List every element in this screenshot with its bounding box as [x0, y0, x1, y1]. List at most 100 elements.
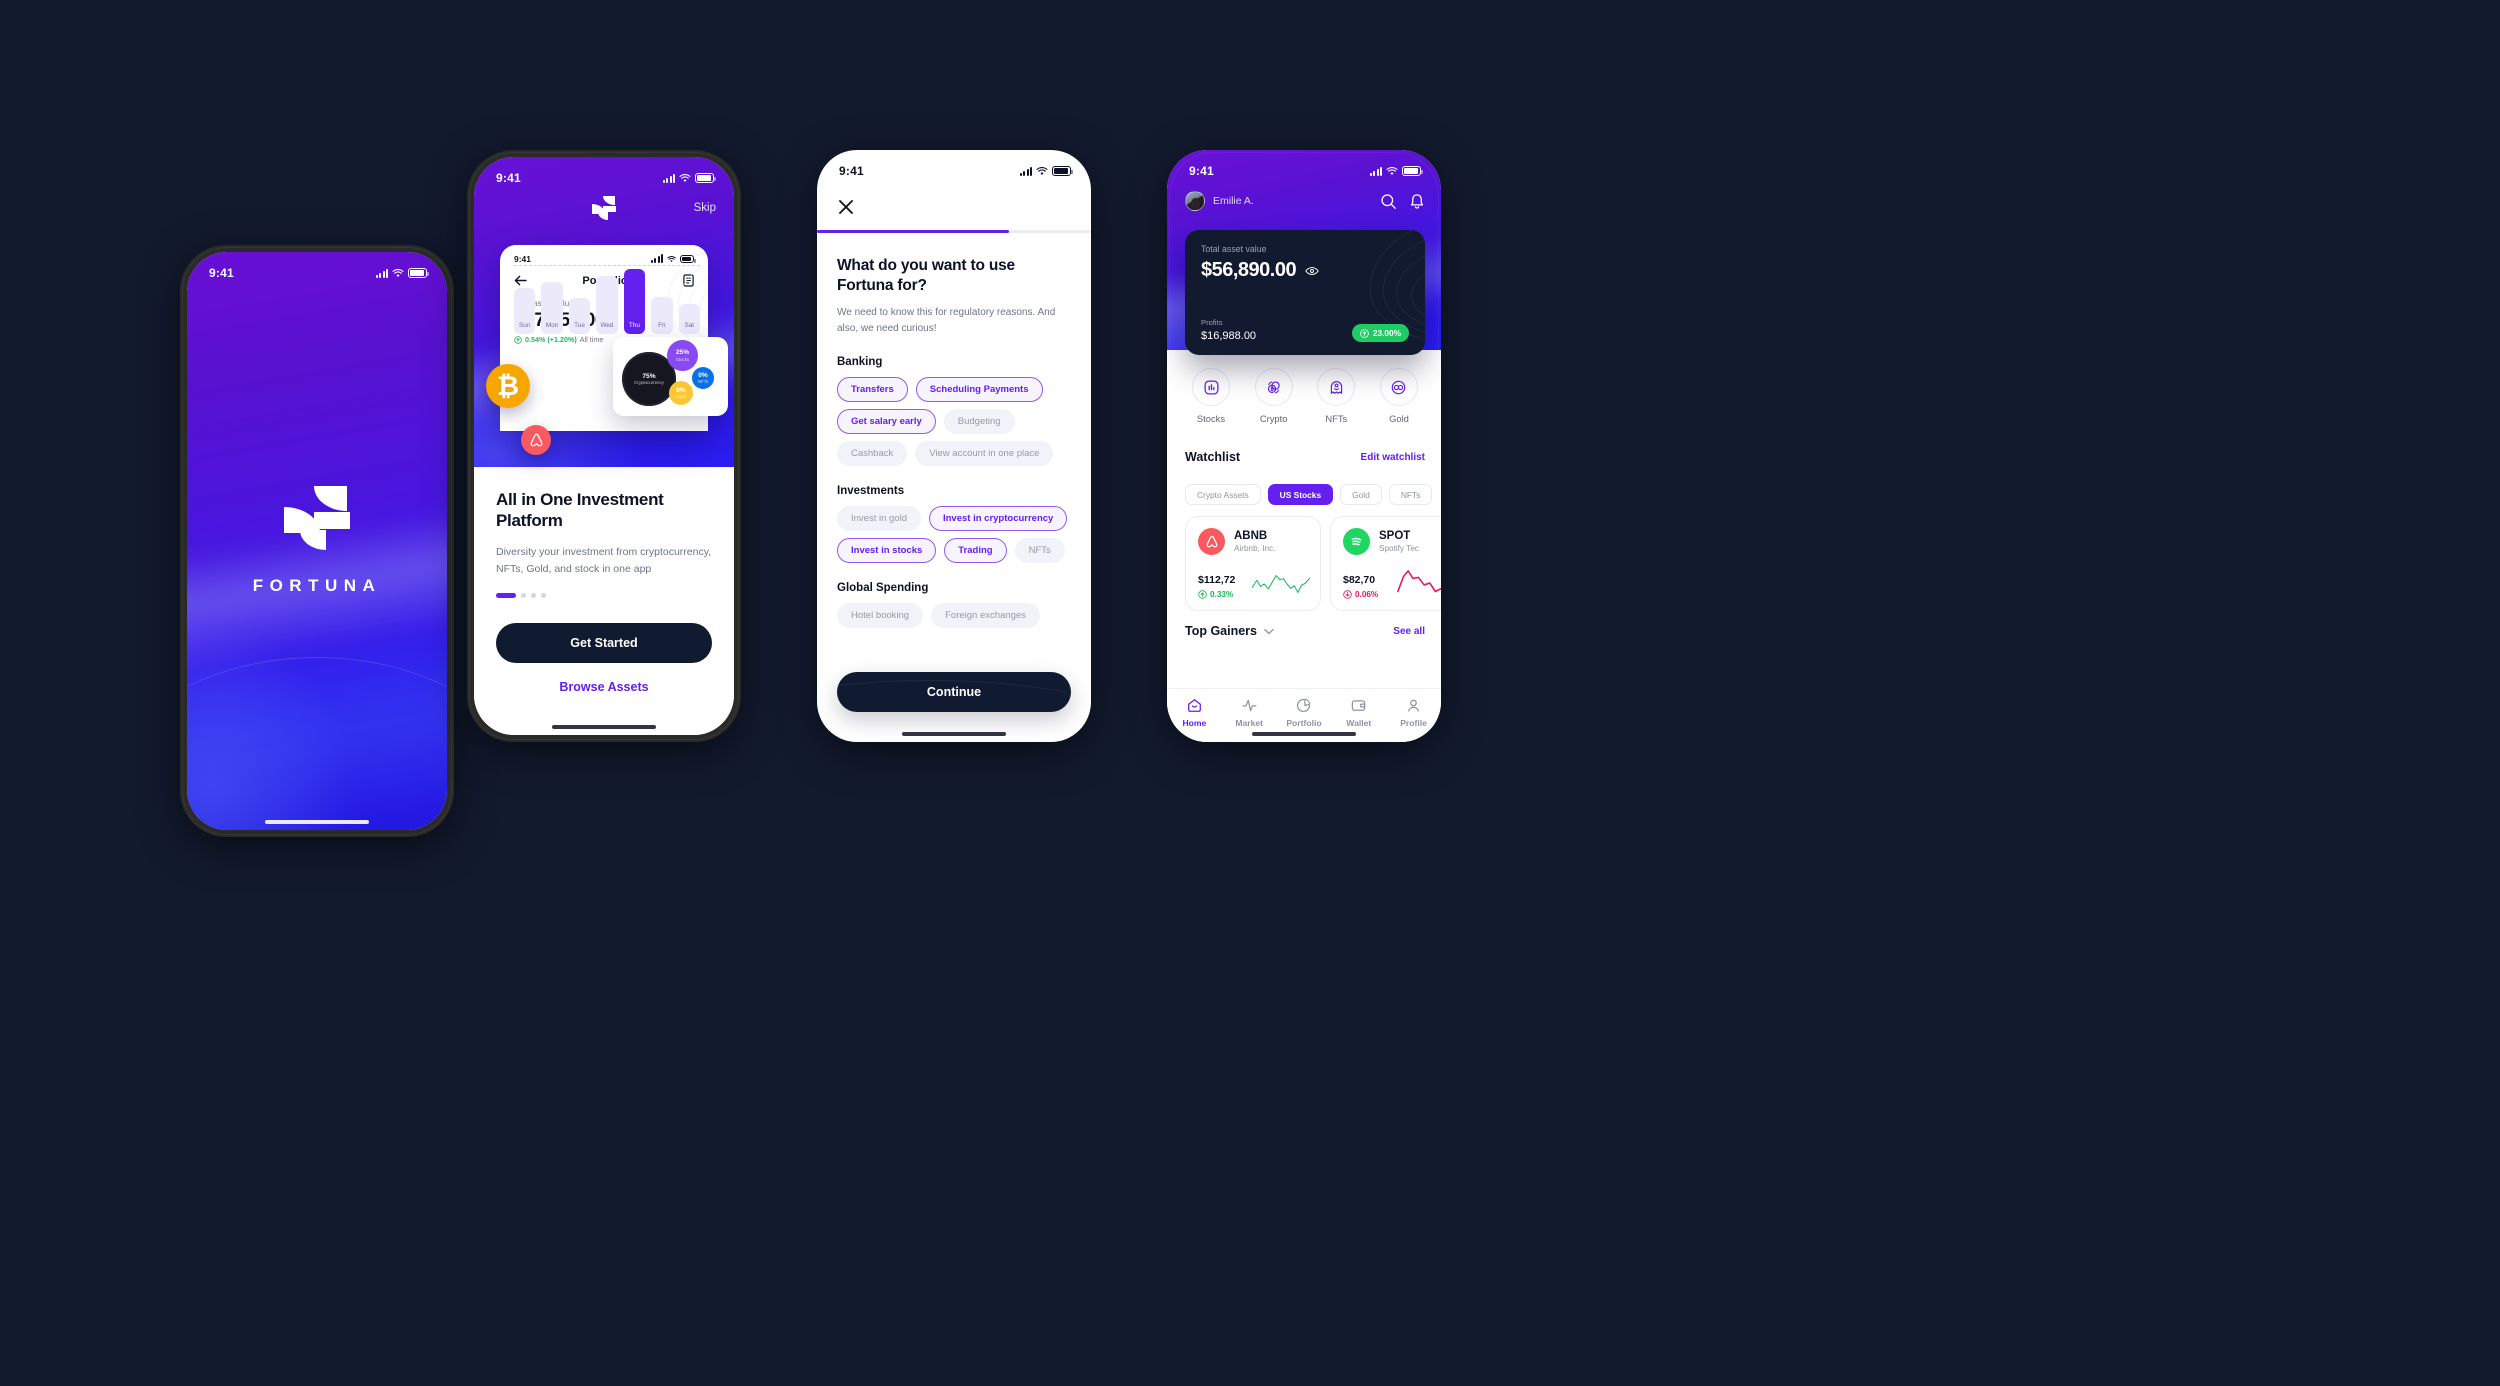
watchlist-tab-us-stocks[interactable]: US Stocks: [1267, 484, 1334, 505]
allocation-bubble-card: 75% Cryptocurrency 25% Stocks 0% NFTs 0% Gol…: [613, 337, 728, 416]
chip-hotel-booking[interactable]: Hotel booking: [837, 603, 924, 629]
chip-foreign-exchanges[interactable]: Foreign exchanges: [931, 603, 1040, 629]
bubble-gold: 0% Gold: [669, 381, 693, 405]
chip-get-salary-early[interactable]: Get salary early: [837, 409, 936, 435]
get-started-button[interactable]: Get Started: [496, 623, 712, 664]
tab-market[interactable]: Market: [1222, 697, 1277, 728]
chip-nfts[interactable]: NFTs: [1014, 538, 1065, 564]
phone-home: 9:41 Emilie A. Total asset value $56,890…: [1167, 150, 1441, 742]
bar-sun[interactable]: Sun: [514, 288, 536, 334]
chip-view-account-in-one-place[interactable]: View account in one place: [915, 441, 1054, 467]
category-stocks[interactable]: Stocks: [1183, 368, 1239, 424]
profits-label: Profits: [1201, 318, 1223, 327]
user-chip[interactable]: Emilie A.: [1185, 191, 1254, 211]
bubble-nfts: 0% NFTs: [692, 367, 714, 389]
tab-label: Profile: [1400, 718, 1427, 728]
chip-invest-in-cryptocurrency[interactable]: Invest in cryptocurrency: [928, 506, 1068, 532]
skip-button[interactable]: Skip: [694, 202, 716, 214]
category-crypto[interactable]: Crypto: [1246, 368, 1302, 424]
watchlist-symbol: ABNB: [1234, 530, 1268, 543]
bar-thu[interactable]: Thu: [623, 268, 646, 334]
pager-dot[interactable]: [496, 593, 516, 599]
phone-onboarding: 9:41 Skip 9:41 value 0.54% (+1.20%) All …: [467, 150, 741, 742]
watchlist-card-head: ABNB Airbnb, Inc.: [1198, 528, 1308, 555]
onboarding-subtitle: Diversity your investment from cryptocur…: [496, 545, 712, 575]
tab-profile[interactable]: Profile: [1386, 697, 1441, 728]
question-subtitle: We need to know this for regulatory reas…: [837, 307, 1056, 335]
tab-label: Market: [1235, 718, 1264, 728]
tab-wallet[interactable]: Wallet: [1331, 697, 1386, 728]
status-time: 9:41: [209, 266, 234, 280]
splash-screen: 9:41 FORTUNA: [187, 252, 447, 830]
top-gainers-title-group[interactable]: Top Gainers: [1185, 624, 1274, 638]
watchlist-card-titles: SPOT Spotify Tec: [1379, 530, 1419, 552]
watchlist-price: $112,72: [1198, 574, 1236, 586]
watchlist-tab-crypto-assets[interactable]: Crypto Assets: [1185, 484, 1261, 505]
watchlist-tab-nfts[interactable]: NFTs: [1388, 484, 1433, 505]
bar-fri[interactable]: Fri: [651, 297, 673, 334]
chip-row: Invest in gold Invest in cryptocurrency In…: [837, 506, 1071, 564]
nfts-icon: [1317, 368, 1356, 406]
bar-sat[interactable]: Sat: [678, 304, 700, 334]
status-icons: [1019, 166, 1073, 176]
chevron-down-icon[interactable]: [1264, 628, 1274, 635]
watchlist-symbol: SPOT: [1379, 530, 1411, 543]
chip-invest-in-gold[interactable]: Invest in gold: [837, 506, 921, 532]
chip-scheduling-payments[interactable]: Scheduling Payments: [915, 377, 1043, 403]
onboarding-screen: 9:41 Skip 9:41 value 0.54% (+1.20%) All …: [474, 157, 734, 735]
category-nfts[interactable]: NFTs: [1308, 368, 1364, 424]
pager-dots[interactable]: [496, 593, 712, 599]
bar-label: Sat: [684, 322, 695, 329]
category-label: NFTs: [1325, 413, 1348, 424]
chip-trading[interactable]: Trading: [944, 538, 1007, 564]
continue-button[interactable]: Continue: [837, 672, 1071, 712]
airbnb-coin-icon: [521, 425, 551, 455]
pager-dot[interactable]: [541, 593, 546, 599]
watchlist-card-titles: ABNB Airbnb, Inc.: [1234, 530, 1275, 552]
bar-mon[interactable]: Mon: [541, 282, 563, 334]
fortuna-logo-icon: [281, 486, 353, 550]
browse-assets-link[interactable]: Browse Assets: [496, 680, 712, 694]
signal-icon: [1369, 166, 1382, 176]
search-icon[interactable]: [1380, 193, 1397, 210]
chip-row: Transfers Scheduling Payments Get salary e…: [837, 377, 1071, 467]
chip-transfers[interactable]: Transfers: [837, 377, 908, 403]
watchlist-card[interactable]: SPOT Spotify Tec $82,70 0.06%: [1330, 516, 1441, 611]
bar-wed[interactable]: Wed: [596, 276, 618, 334]
chip-budgeting[interactable]: Budgeting: [943, 409, 1015, 435]
pager-dot[interactable]: [531, 593, 536, 599]
fortuna-logo-icon: [591, 196, 617, 220]
pie-icon: [1297, 698, 1311, 713]
category-gold[interactable]: Gold: [1371, 368, 1427, 424]
header-actions: [1380, 193, 1425, 210]
home-indicator: [1252, 732, 1356, 736]
watchlist-price: $82,70: [1343, 574, 1376, 586]
watchlist-tab-gold[interactable]: Gold: [1340, 484, 1382, 505]
bell-icon[interactable]: [1409, 193, 1425, 210]
onboarding-content: All in One Investment Platform Diversity…: [474, 467, 734, 735]
profits-badge: 23.00%: [1351, 324, 1409, 342]
wifi-icon: [679, 173, 691, 182]
watchlist-title: Watchlist: [1185, 450, 1241, 464]
home-indicator: [552, 725, 656, 729]
watchlist-price-block: $112,72 0.33%: [1198, 574, 1235, 599]
watchlist-card[interactable]: ABNB Airbnb, Inc. $112,72 0.33%: [1185, 516, 1321, 611]
question-body: What do you want to use Fortuna for? We …: [817, 242, 1091, 742]
watchlist-company: Airbnb, Inc.: [1234, 543, 1276, 553]
stocks-icon: [1192, 368, 1230, 406]
chip-invest-in-stocks[interactable]: Invest in stocks: [837, 538, 937, 564]
profits-block: Profits $16,988.00: [1201, 318, 1256, 342]
arrow-up-circle-icon: [1360, 328, 1369, 338]
tab-portfolio[interactable]: Portfolio: [1277, 697, 1332, 728]
pager-dot[interactable]: [521, 593, 526, 599]
edit-watchlist-link[interactable]: Edit watchlist: [1361, 452, 1425, 463]
close-icon[interactable]: [837, 198, 855, 216]
bar-tue[interactable]: Tue: [568, 298, 591, 334]
profits-badge-label: 23.00%: [1372, 328, 1401, 338]
watchlist-tabs[interactable]: Crypto Assets US Stocks Gold NFTs: [1185, 484, 1441, 505]
chip-cashback[interactable]: Cashback: [837, 441, 908, 467]
avatar: [1185, 191, 1205, 211]
tab-home[interactable]: Home: [1167, 697, 1222, 728]
see-all-link[interactable]: See all: [1393, 626, 1425, 637]
watchlist-company: Spotify Tec: [1379, 543, 1419, 553]
